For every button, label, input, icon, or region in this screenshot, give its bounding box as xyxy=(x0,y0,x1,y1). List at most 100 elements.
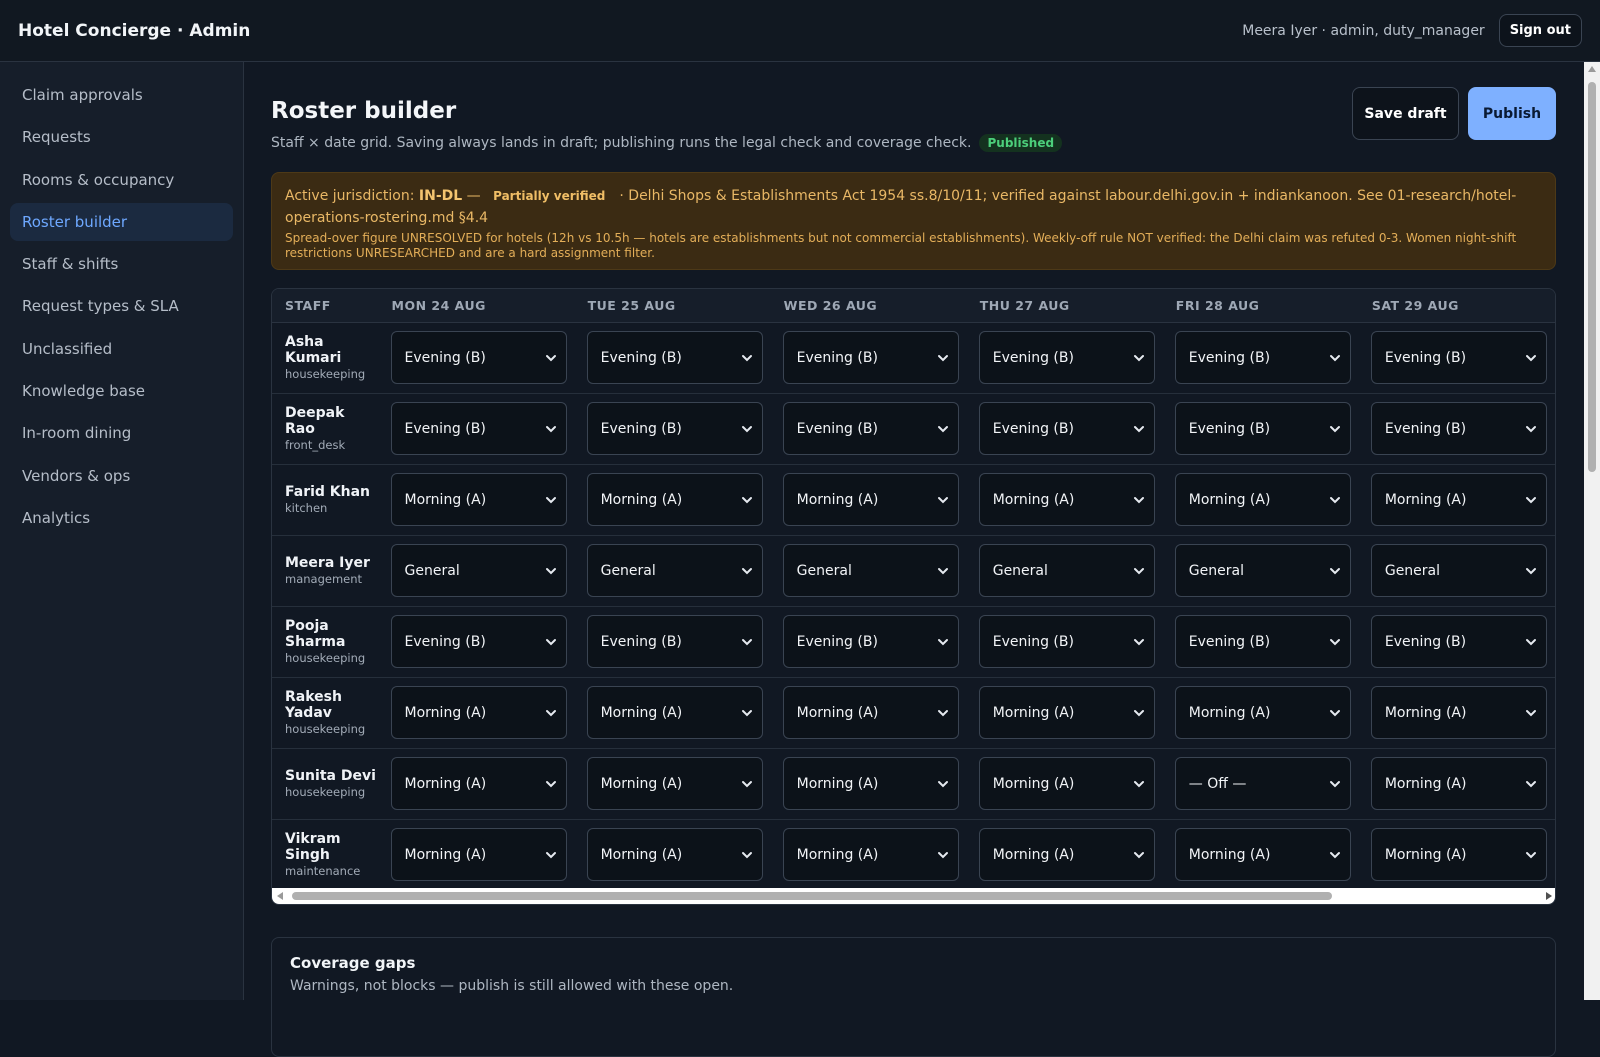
shift-select[interactable]: Morning (A) xyxy=(390,828,567,881)
shift-select[interactable]: Evening (B) xyxy=(390,615,567,668)
shift-select[interactable]: Morning (A) xyxy=(1174,473,1351,526)
shift-value: Morning (A) xyxy=(992,491,1075,508)
shift-select[interactable]: Evening (B) xyxy=(390,331,567,384)
shift-select[interactable]: Morning (A) xyxy=(1370,686,1547,739)
staff-name: Rakesh Yadav xyxy=(285,689,342,721)
shift-cell: Morning (A) xyxy=(379,677,575,748)
shift-select[interactable]: Evening (B) xyxy=(586,331,763,384)
shift-select[interactable]: General xyxy=(782,544,959,597)
jurisdiction-line: Active jurisdiction: IN-DL — Partially v… xyxy=(285,185,1542,229)
shift-select[interactable]: General xyxy=(390,544,567,597)
horizontal-scrollbar[interactable] xyxy=(272,888,1555,904)
shift-select[interactable]: Evening (B) xyxy=(1370,331,1547,384)
shift-select[interactable]: General xyxy=(586,544,763,597)
sidebar-item-roster-builder[interactable]: Roster builder xyxy=(10,202,233,241)
shift-value: Morning (A) xyxy=(404,704,487,721)
shift-select[interactable]: Evening (B) xyxy=(978,331,1155,384)
shift-select[interactable]: Evening (B) xyxy=(586,615,763,668)
shift-select[interactable]: Morning (A) xyxy=(390,686,567,739)
staff-name: Vikram Singh xyxy=(285,831,341,863)
staff-cell: Sunita Devi housekeeping xyxy=(272,748,379,819)
vertical-scroll-thumb[interactable] xyxy=(1588,82,1596,472)
chevron-down-icon xyxy=(936,848,950,862)
shift-select[interactable]: Morning (A) xyxy=(586,686,763,739)
sidebar-item-knowledge-base[interactable]: Knowledge base xyxy=(10,372,233,410)
shift-select[interactable]: Morning (A) xyxy=(1370,473,1547,526)
chevron-down-icon xyxy=(1524,422,1538,436)
shift-select[interactable]: Evening (B) xyxy=(782,331,959,384)
chevron-down-icon xyxy=(544,351,558,365)
scroll-left-icon[interactable] xyxy=(277,892,283,900)
shift-select[interactable]: Evening (B) xyxy=(1174,402,1351,455)
sign-out-button[interactable]: Sign out xyxy=(1498,14,1582,47)
shift-select[interactable]: Morning (A) xyxy=(782,757,959,810)
sidebar-item-staff-shifts[interactable]: Staff & shifts xyxy=(10,245,233,283)
shift-select[interactable]: Evening (B) xyxy=(782,615,959,668)
staff-role: housekeeping xyxy=(285,651,366,665)
shift-value: Evening (B) xyxy=(1188,633,1271,650)
roster-row: Deepak Rao front_desk Evening (B) Evening (… xyxy=(272,393,1555,464)
verification-badge: Partially verified xyxy=(493,189,606,203)
shift-select[interactable]: Morning (A) xyxy=(1370,828,1547,881)
shift-select[interactable]: Evening (B) xyxy=(1174,331,1351,384)
shift-select[interactable]: Morning (A) xyxy=(782,686,959,739)
chevron-down-icon xyxy=(1132,777,1146,791)
shift-select[interactable]: Evening (B) xyxy=(1370,402,1547,455)
shift-select[interactable]: Morning (A) xyxy=(390,473,567,526)
sidebar-item-unclassified[interactable]: Unclassified xyxy=(10,330,233,368)
sidebar-item-analytics[interactable]: Analytics xyxy=(10,499,233,537)
shift-cell: Evening (B) xyxy=(1359,393,1555,464)
chevron-down-icon xyxy=(1524,564,1538,578)
scroll-up-icon[interactable] xyxy=(1588,66,1596,72)
roster-row: Asha Kumari housekeeping Evening (B) Evenin… xyxy=(272,322,1555,393)
sidebar-item-in-room-dining[interactable]: In-room dining xyxy=(10,414,233,452)
shift-value: Evening (B) xyxy=(404,420,486,437)
shift-select[interactable]: — Off — xyxy=(1174,757,1351,810)
shift-select[interactable]: Morning (A) xyxy=(586,828,763,881)
chevron-down-icon xyxy=(1524,777,1538,791)
shift-select[interactable]: Morning (A) xyxy=(586,473,763,526)
roster-header-row: STAFF MON 24 AUG TUE 25 AUG WED 26 AUG THU … xyxy=(272,289,1555,323)
vertical-scrollbar[interactable] xyxy=(1584,62,1600,1000)
staff-cell: Asha Kumari housekeeping xyxy=(272,322,379,393)
scroll-right-icon[interactable] xyxy=(1546,892,1552,900)
shift-value: Morning (A) xyxy=(1188,491,1271,508)
shift-select[interactable]: Evening (B) xyxy=(978,402,1155,455)
shift-select[interactable]: Morning (A) xyxy=(1174,686,1351,739)
save-draft-button[interactable]: Save draft xyxy=(1352,87,1459,140)
sidebar-item-requests[interactable]: Requests xyxy=(10,118,233,156)
shift-select[interactable]: Evening (B) xyxy=(390,402,567,455)
staff-name: Asha Kumari xyxy=(285,334,342,366)
shift-select[interactable]: Evening (B) xyxy=(586,402,763,455)
shift-select[interactable]: Evening (B) xyxy=(1370,615,1547,668)
shift-select[interactable]: Evening (B) xyxy=(978,615,1155,668)
shift-value: Morning (A) xyxy=(1188,704,1271,721)
shift-select[interactable]: Morning (A) xyxy=(390,757,567,810)
sidebar-item-rooms-occupancy[interactable]: Rooms & occupancy xyxy=(10,161,233,199)
publish-button[interactable]: Publish xyxy=(1468,87,1556,140)
sidebar-item-claim-approvals[interactable]: Claim approvals xyxy=(10,76,233,114)
shift-select[interactable]: General xyxy=(978,544,1155,597)
shift-select[interactable]: Evening (B) xyxy=(1174,615,1351,668)
shift-select[interactable]: General xyxy=(1370,544,1547,597)
shift-select[interactable]: General xyxy=(1174,544,1351,597)
shift-select[interactable]: Morning (A) xyxy=(978,686,1155,739)
staff-cell: Vikram Singh maintenance xyxy=(272,819,379,890)
shift-select[interactable]: Morning (A) xyxy=(978,473,1155,526)
shift-select[interactable]: Morning (A) xyxy=(782,828,959,881)
shift-value: General xyxy=(404,562,460,579)
shift-select[interactable]: Evening (B) xyxy=(782,402,959,455)
sidebar-item-request-types-sla[interactable]: Request types & SLA xyxy=(10,287,233,325)
sidebar-item-vendors-ops[interactable]: Vendors & ops xyxy=(10,457,233,495)
roster-table: STAFF MON 24 AUG TUE 25 AUG WED 26 AUG THU … xyxy=(272,289,1555,891)
shift-select[interactable]: Morning (A) xyxy=(1370,757,1547,810)
roster-row: Sunita Devi housekeeping Morning (A) Mornin… xyxy=(272,748,1555,819)
shift-select[interactable]: Morning (A) xyxy=(978,757,1155,810)
shift-select[interactable]: Morning (A) xyxy=(782,473,959,526)
horizontal-scroll-thumb[interactable] xyxy=(292,892,1332,900)
chevron-down-icon xyxy=(740,706,754,720)
shift-select[interactable]: Morning (A) xyxy=(1174,828,1351,881)
shift-value: Evening (B) xyxy=(992,420,1074,437)
shift-select[interactable]: Morning (A) xyxy=(978,828,1155,881)
shift-select[interactable]: Morning (A) xyxy=(586,757,763,810)
